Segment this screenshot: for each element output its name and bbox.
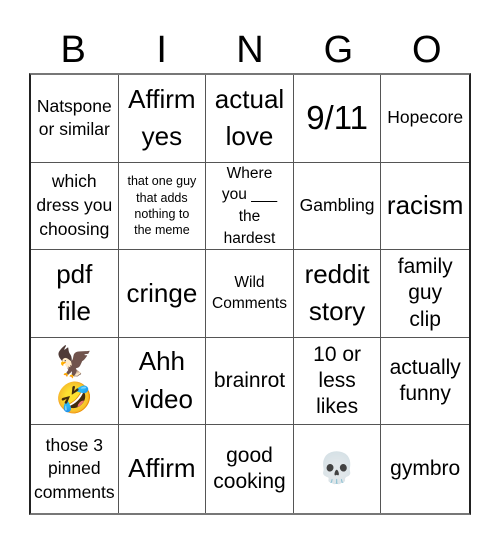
skull-emoji-icon: 💀 bbox=[318, 452, 356, 486]
bingo-cell-text: good cooking bbox=[213, 443, 286, 494]
bingo-cell-text: actual love bbox=[214, 83, 285, 152]
bingo-cell-text: brainrot bbox=[213, 368, 286, 392]
bingo-cell[interactable]: brainrot bbox=[206, 337, 294, 426]
bingo-cell[interactable]: actually funny bbox=[381, 338, 469, 426]
bingo-cell-text: those 3 pinned comments bbox=[33, 434, 115, 502]
bingo-cell-text: Where you ___ the hardest bbox=[221, 164, 278, 247]
bingo-cell-text: reddit story bbox=[304, 258, 370, 327]
bingo-cell[interactable]: Affirm bbox=[119, 425, 207, 513]
bingo-cell[interactable]: Affirm yes bbox=[118, 75, 207, 163]
bingo-cell-text: Affirm bbox=[128, 453, 196, 484]
bingo-cell-text: 10 or less likes bbox=[313, 342, 362, 419]
bingo-cell[interactable]: Ahh video bbox=[118, 337, 207, 426]
header-letter-b: B bbox=[60, 29, 86, 71]
bingo-cell-text: Ahh video bbox=[130, 346, 193, 415]
bingo-cell[interactable]: which dress you choosing bbox=[31, 162, 119, 251]
bingo-cell[interactable]: 9/11 bbox=[293, 75, 382, 163]
bingo-cell[interactable]: 🦅 🤣 bbox=[31, 337, 119, 426]
header-letter-o: O bbox=[412, 29, 442, 71]
bingo-cell[interactable]: Natspone or similar bbox=[31, 75, 119, 163]
bingo-cell-text: Affirm yes bbox=[128, 83, 196, 152]
bingo-cell-text: cringe bbox=[126, 277, 198, 308]
bingo-cell[interactable]: 10 or less likes bbox=[293, 337, 382, 426]
bingo-cell-text: Gambling bbox=[299, 195, 375, 216]
header-letter-n: N bbox=[236, 29, 264, 71]
bingo-cell-text: that one guy that adds nothing to the me… bbox=[127, 174, 197, 238]
bingo-cell-text: racism bbox=[386, 190, 464, 221]
header-letter-g: G bbox=[323, 29, 354, 71]
bingo-cell[interactable]: gymbro bbox=[381, 425, 469, 513]
bingo-grid: Natspone or similar Affirm yes actual love… bbox=[29, 73, 471, 515]
bingo-cell-text: Wild Comments bbox=[212, 273, 287, 313]
bingo-cell[interactable]: 💀 bbox=[294, 425, 382, 513]
bingo-cell[interactable]: that one guy that adds nothing to the me… bbox=[118, 162, 207, 251]
bingo-cell-text: 9/11 bbox=[306, 98, 368, 136]
bingo-cell[interactable]: cringe bbox=[118, 250, 207, 338]
bingo-cell-text: pdf file bbox=[56, 258, 93, 327]
header-letter-i: I bbox=[156, 29, 167, 71]
bingo-cell-text: family guy clip bbox=[397, 255, 453, 331]
bingo-cell[interactable]: actual love bbox=[206, 75, 294, 163]
bingo-cell-text: Natspone or similar bbox=[36, 95, 112, 140]
bingo-cell-text: actually funny bbox=[389, 355, 461, 406]
bingo-cell[interactable]: Wild Comments bbox=[206, 250, 294, 338]
bingo-cell[interactable]: pdf file bbox=[31, 250, 119, 338]
bingo-cell[interactable]: Where you ___ the hardest bbox=[206, 162, 294, 251]
bingo-cell-text: which dress you choosing bbox=[36, 171, 113, 239]
bingo-cell-text: Hopecore bbox=[387, 107, 464, 128]
bingo-cell[interactable]: racism bbox=[381, 163, 469, 251]
bingo-cell-text: gymbro bbox=[390, 457, 461, 481]
eagle-and-rofl-emoji-icon: 🦅 🤣 bbox=[55, 346, 93, 416]
bingo-cell[interactable]: those 3 pinned comments bbox=[31, 425, 119, 513]
bingo-cell[interactable]: good cooking bbox=[206, 425, 294, 513]
bingo-cell[interactable]: Hopecore bbox=[381, 75, 469, 163]
bingo-cell[interactable]: reddit story bbox=[293, 250, 382, 338]
bingo-cell[interactable]: family guy clip bbox=[381, 250, 469, 338]
bingo-header: B I N G O bbox=[29, 28, 471, 73]
bingo-cell[interactable]: Gambling bbox=[293, 162, 382, 251]
